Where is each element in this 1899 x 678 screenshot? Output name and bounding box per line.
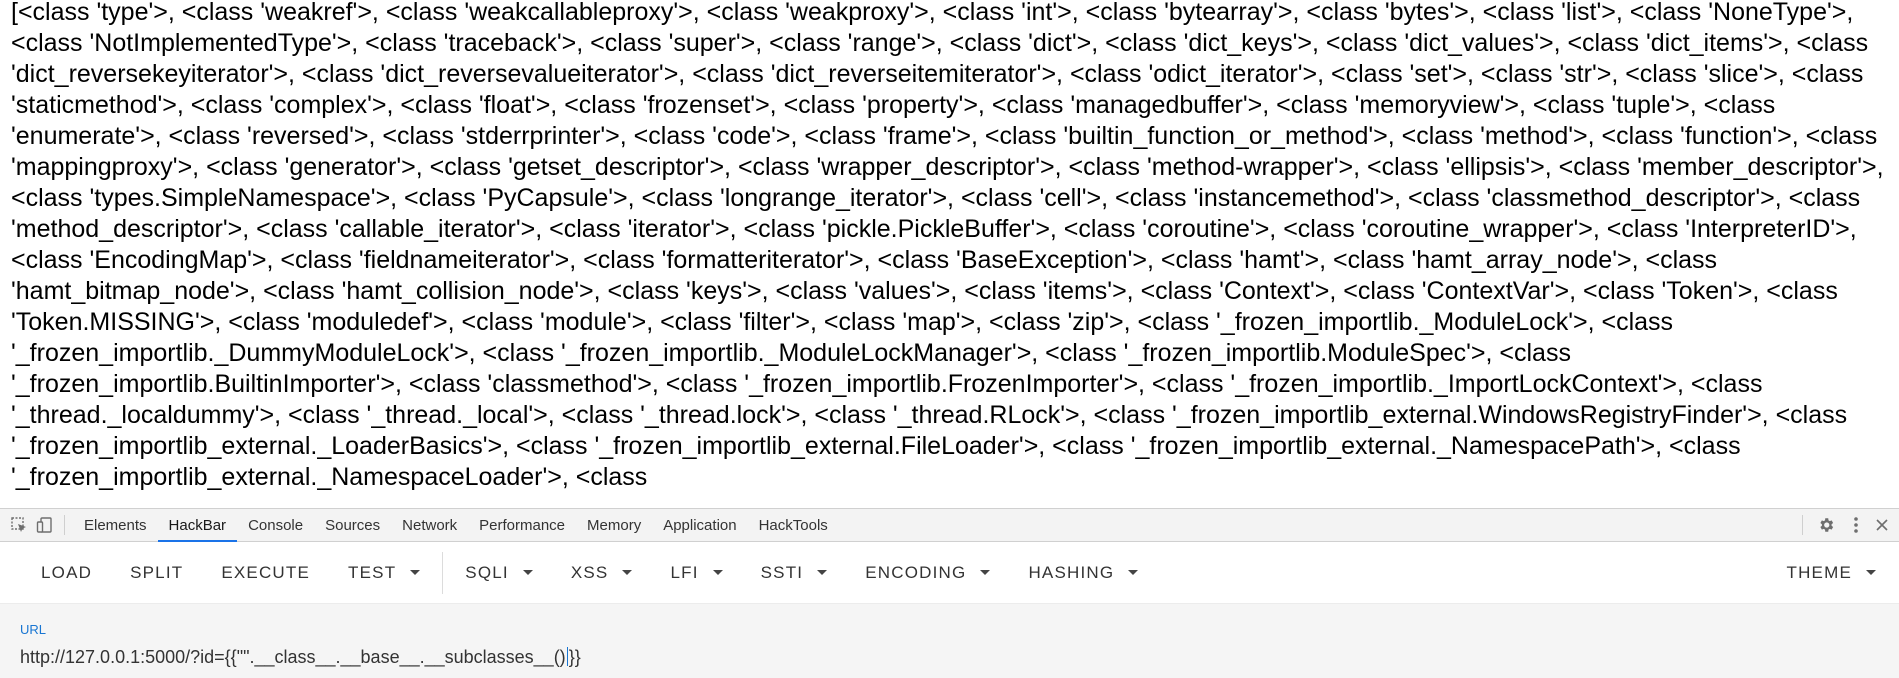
caret-down-icon bbox=[712, 570, 723, 575]
caret-down-icon bbox=[817, 570, 828, 575]
split-label: SPLIT bbox=[130, 562, 184, 582]
lfi-menu-button[interactable]: LFI bbox=[651, 555, 741, 591]
caret-down-icon bbox=[522, 570, 533, 575]
tab-label: Memory bbox=[587, 516, 642, 534]
xss-label: XSS bbox=[570, 562, 609, 582]
settings-icon[interactable] bbox=[1813, 516, 1839, 534]
tab-label: Sources bbox=[325, 516, 381, 534]
theme-label: THEME bbox=[1786, 562, 1852, 582]
xss-menu-button[interactable]: XSS bbox=[552, 555, 652, 591]
execute-label: EXECUTE bbox=[221, 562, 311, 582]
tab-console[interactable]: Console bbox=[237, 509, 314, 541]
encoding-label: ENCODING bbox=[865, 562, 967, 582]
caret-down-icon bbox=[622, 570, 633, 575]
tab-label: Network bbox=[402, 516, 458, 534]
test-label: TEST bbox=[348, 562, 397, 582]
tab-application[interactable]: Application bbox=[652, 509, 747, 541]
url-field-label: URL bbox=[20, 622, 47, 637]
tabbar-divider bbox=[1802, 515, 1803, 535]
ssti-label: SSTI bbox=[760, 562, 804, 582]
tabbar-divider bbox=[64, 515, 65, 535]
test-menu-button[interactable]: TEST bbox=[329, 555, 439, 591]
toolbar-divider bbox=[442, 551, 444, 594]
url-field[interactable]: URL http://127.0.0.1:5000/?id={{"".__cla… bbox=[0, 604, 1899, 678]
page-output: [<class 'type'>, <class 'weakref'>, <cla… bbox=[0, 0, 1899, 508]
hackbar-toolbar: LOAD SPLIT EXECUTE TEST SQLI XSS LFI SST… bbox=[0, 542, 1899, 604]
tab-memory[interactable]: Memory bbox=[576, 509, 652, 541]
lfi-label: LFI bbox=[670, 562, 699, 582]
tab-label: HackBar bbox=[168, 516, 227, 534]
execute-button[interactable]: EXECUTE bbox=[202, 555, 329, 591]
load-button[interactable]: LOAD bbox=[22, 555, 111, 591]
tabbar-actions bbox=[1792, 509, 1899, 541]
url-text: http://127.0.0.1:5000/?id={{"".__class__… bbox=[20, 647, 566, 667]
tab-elements[interactable]: Elements bbox=[73, 509, 158, 541]
tab-network[interactable]: Network bbox=[391, 509, 468, 541]
tab-hacktools[interactable]: HackTools bbox=[748, 509, 839, 541]
devtools-tabbar: Elements HackBar Console Sources Network… bbox=[0, 508, 1899, 542]
caret-down-icon bbox=[980, 570, 991, 575]
tab-sources[interactable]: Sources bbox=[314, 509, 391, 541]
tab-label: HackTools bbox=[758, 516, 828, 534]
encoding-menu-button[interactable]: ENCODING bbox=[846, 555, 1009, 591]
url-input[interactable]: http://127.0.0.1:5000/?id={{"".__class__… bbox=[20, 647, 581, 668]
tab-label: Console bbox=[248, 516, 304, 534]
sqli-menu-button[interactable]: SQLI bbox=[446, 555, 552, 591]
page-output-text: [<class 'type'>, <class 'weakref'>, <cla… bbox=[11, 0, 1884, 491]
more-vertical-icon[interactable] bbox=[1843, 516, 1869, 534]
hashing-menu-button[interactable]: HASHING bbox=[1009, 555, 1157, 591]
tab-label: Performance bbox=[479, 516, 566, 534]
hashing-label: HASHING bbox=[1028, 562, 1115, 582]
caret-down-icon bbox=[1128, 570, 1139, 575]
caret-down-icon bbox=[1866, 570, 1876, 575]
theme-menu-button[interactable]: THEME bbox=[1768, 555, 1896, 591]
tab-label: Elements bbox=[84, 516, 147, 534]
load-label: LOAD bbox=[41, 562, 93, 582]
close-icon[interactable] bbox=[1869, 518, 1895, 532]
tab-performance[interactable]: Performance bbox=[468, 509, 576, 541]
caret-down-icon bbox=[410, 570, 421, 575]
cursor-select-icon[interactable] bbox=[6, 509, 32, 541]
sqli-label: SQLI bbox=[465, 562, 509, 582]
tab-label: Application bbox=[663, 516, 737, 534]
text-caret bbox=[566, 647, 568, 666]
tab-hackbar[interactable]: HackBar bbox=[157, 509, 238, 542]
device-toggle-icon[interactable] bbox=[32, 509, 58, 541]
ssti-menu-button[interactable]: SSTI bbox=[742, 555, 847, 591]
tabbar-spacer bbox=[839, 509, 1792, 541]
url-text-end: }} bbox=[568, 647, 581, 667]
split-button[interactable]: SPLIT bbox=[111, 555, 202, 591]
